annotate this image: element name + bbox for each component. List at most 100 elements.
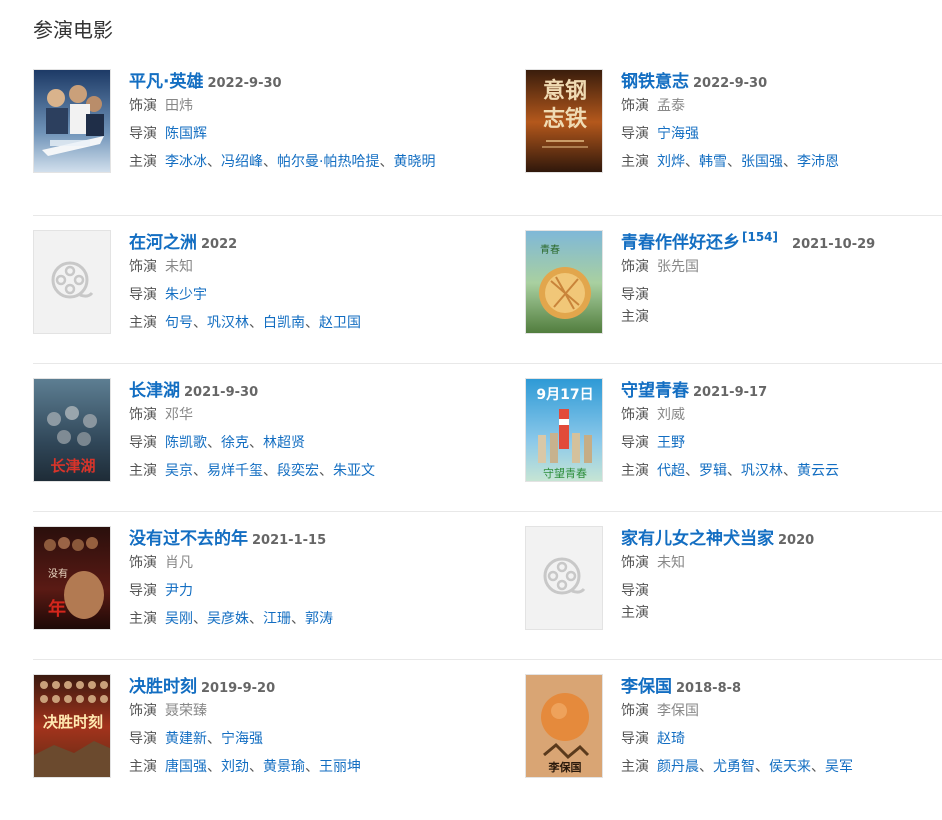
film-poster[interactable]: 没有 年 — [33, 526, 111, 630]
film-info: 家有儿女之神犬当家 2020 饰演 未知 导演 主演 — [621, 527, 941, 623]
role-value: 孟泰 — [657, 98, 685, 114]
star-link[interactable]: 吴京 — [165, 463, 193, 479]
director-label: 导演 — [129, 435, 157, 451]
director-label: 导演 — [621, 126, 649, 142]
role-label: 饰演 — [621, 98, 649, 114]
film-poster[interactable] — [33, 69, 111, 173]
director-label: 导演 — [129, 731, 157, 747]
film-title[interactable]: 青春作伴好还乡 — [621, 233, 740, 253]
star-link[interactable]: 刘劲 — [221, 759, 249, 775]
star-link[interactable]: 冯绍峰 — [221, 154, 263, 170]
film-card: 李保国 李保国 2018-8-8 饰演 李保国 导演 赵琦 主演 颜丹晨、尤勇智、侯天来… — [525, 673, 935, 820]
film-poster[interactable]: 9月17日 守望青春 — [525, 378, 603, 482]
director-link[interactable]: 陈国辉 — [165, 126, 207, 142]
director-link[interactable]: 尹力 — [165, 583, 193, 599]
film-info: 钢铁意志 2022-9-30 饰演 孟泰 导演 宁海强 主演 刘烨、韩雪、张国强、李沛恩 — [621, 70, 941, 172]
film-poster[interactable]: 李保国 — [525, 674, 603, 778]
film-title[interactable]: 钢铁意志 — [621, 72, 689, 92]
director-link[interactable]: 陈凯歌 — [165, 435, 207, 451]
star-link[interactable]: 张国强 — [741, 154, 783, 170]
poster-image: 意钢 志铁 — [526, 70, 602, 172]
star-link[interactable]: 黄云云 — [797, 463, 839, 479]
star-link[interactable]: 刘烨 — [657, 154, 685, 170]
film-card: 没有 年 没有过不去的年 2021-1-15 饰演 肖凡 导演 尹力 主演 吴刚、吴彦姝… — [33, 525, 443, 672]
separator: 、 — [249, 435, 263, 451]
film-title[interactable]: 决胜时刻 — [129, 677, 197, 697]
star-link[interactable]: 王丽坤 — [319, 759, 361, 775]
film-poster[interactable]: 长津湖 — [33, 378, 111, 482]
separator: 、 — [783, 463, 797, 479]
separator: 、 — [193, 463, 207, 479]
film-date: 2020 — [778, 533, 815, 548]
poster-title: 没有 — [48, 567, 68, 580]
director-link[interactable]: 宁海强 — [221, 731, 263, 747]
star-link[interactable]: 段奕宏 — [277, 463, 319, 479]
director-link[interactable]: 王野 — [657, 435, 685, 451]
director-label: 导演 — [621, 435, 649, 451]
citation-link[interactable]: [154] — [742, 230, 778, 244]
star-link[interactable]: 郭涛 — [305, 611, 333, 627]
star-link[interactable]: 吴军 — [825, 759, 853, 775]
director-link[interactable]: 赵琦 — [657, 731, 685, 747]
film-poster[interactable]: 青春 — [525, 230, 603, 334]
star-link[interactable]: 李沛恩 — [797, 154, 839, 170]
star-link[interactable]: 罗辑 — [699, 463, 727, 479]
director-link[interactable]: 林超贤 — [263, 435, 305, 451]
starring-label: 主演 — [129, 611, 157, 627]
star-link[interactable]: 赵卫国 — [319, 315, 361, 331]
star-link[interactable]: 黄景瑜 — [263, 759, 305, 775]
director-link[interactable]: 黄建新 — [165, 731, 207, 747]
director-link[interactable]: 宁海强 — [657, 126, 699, 142]
film-date: 2022-9-30 — [207, 76, 282, 91]
separator: 、 — [263, 154, 277, 170]
film-poster-placeholder[interactable] — [33, 230, 111, 334]
film-row: 决胜时刻 决胜时刻 2019-9-20 饰演 聂荣臻 导演 黄建新、宁海强 主演 唐国强… — [33, 660, 942, 807]
film-poster[interactable]: 决胜时刻 — [33, 674, 111, 778]
starring-label: 主演 — [129, 463, 157, 479]
separator: 、 — [727, 463, 741, 479]
star-link[interactable]: 颜丹晨 — [657, 759, 699, 775]
role-label: 饰演 — [129, 555, 157, 571]
film-title[interactable]: 家有儿女之神犬当家 — [621, 529, 774, 549]
star-link[interactable]: 韩雪 — [699, 154, 727, 170]
star-link[interactable]: 尤勇智 — [713, 759, 755, 775]
film-title[interactable]: 平凡·英雄 — [129, 72, 203, 92]
star-link[interactable]: 句号 — [165, 315, 193, 331]
director-link[interactable]: 朱少宇 — [165, 287, 207, 303]
star-link[interactable]: 代超 — [657, 463, 685, 479]
star-link[interactable]: 帕尔曼·帕热哈提 — [277, 154, 379, 170]
star-link[interactable]: 唐国强 — [165, 759, 207, 775]
role-value: 田炜 — [165, 98, 193, 114]
star-link[interactable]: 白凯南 — [263, 315, 305, 331]
film-row: 没有 年 没有过不去的年 2021-1-15 饰演 肖凡 导演 尹力 主演 吴刚、吴彦姝… — [33, 512, 942, 660]
role-value: 肖凡 — [165, 555, 193, 571]
separator: 、 — [263, 463, 277, 479]
star-link[interactable]: 巩汉林 — [207, 315, 249, 331]
star-link[interactable]: 李冰冰 — [165, 154, 207, 170]
film-title[interactable]: 李保国 — [621, 677, 672, 697]
film-title[interactable]: 没有过不去的年 — [129, 529, 248, 549]
film-card: 意钢 志铁 钢铁意志 2022-9-30 饰演 孟泰 导演 宁海强 主演 刘烨、韩雪、张… — [525, 68, 935, 215]
film-title[interactable]: 长津湖 — [129, 381, 180, 401]
role-label: 饰演 — [621, 407, 649, 423]
star-link[interactable]: 黄晓明 — [393, 154, 435, 170]
separator: 、 — [305, 759, 319, 775]
star-link[interactable]: 朱亚文 — [333, 463, 375, 479]
film-title[interactable]: 守望青春 — [621, 381, 689, 401]
star-link[interactable]: 侯天来 — [769, 759, 811, 775]
star-link[interactable]: 吴刚 — [165, 611, 193, 627]
star-link[interactable]: 巩汉林 — [741, 463, 783, 479]
star-link[interactable]: 易烊千玺 — [207, 463, 263, 479]
separator: 、 — [291, 611, 305, 627]
role-value: 未知 — [657, 555, 685, 571]
director-link[interactable]: 徐克 — [221, 435, 249, 451]
film-poster-placeholder[interactable] — [525, 526, 603, 630]
film-poster[interactable]: 意钢 志铁 — [525, 69, 603, 173]
starring-label: 主演 — [129, 759, 157, 775]
star-link[interactable]: 吴彦姝 — [207, 611, 249, 627]
star-link[interactable]: 江珊 — [263, 611, 291, 627]
separator: 、 — [207, 154, 221, 170]
film-title[interactable]: 在河之洲 — [129, 233, 197, 253]
film-reel-icon — [51, 261, 94, 299]
poster-title: 李保国 — [548, 760, 582, 774]
